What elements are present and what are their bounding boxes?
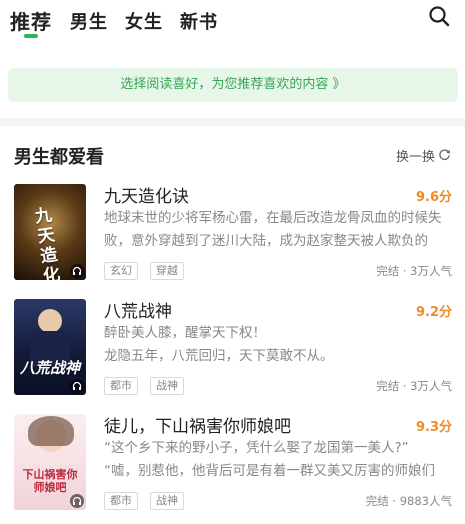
active-tab-indicator	[24, 34, 38, 38]
book-score: 9.6分	[415, 190, 452, 205]
book-score: 9.3分	[415, 420, 452, 435]
book-description: 地球末世的少将军杨心雷，在最后改造龙骨凤血的时候失败，意外穿越到了迷川大陆，成为…	[104, 210, 442, 249]
book-tag[interactable]: 都市	[104, 492, 138, 510]
book-tag[interactable]: 都市	[104, 377, 138, 395]
tab-male[interactable]: 男生	[70, 8, 108, 34]
cover-hair	[28, 416, 74, 446]
headphones-icon	[72, 381, 82, 390]
headphones-icon	[72, 496, 82, 505]
book-cover[interactable]: 九天造化诀	[14, 184, 86, 280]
audio-badge	[70, 264, 84, 278]
cover-title: 九天造化诀	[33, 205, 62, 280]
book-item[interactable]: 下山祸害你师娘吧 徒儿，下山祸害你师娘吧 9.3分 “这个乡下来的野小子，凭什么…	[0, 414, 465, 516]
book-tag[interactable]: 战神	[150, 492, 184, 510]
refresh-icon[interactable]	[438, 148, 451, 161]
section-divider	[0, 118, 465, 126]
book-status: 完结 · 9883人气	[365, 494, 452, 508]
book-status: 完结 · 3万人气	[376, 264, 452, 278]
cover-title: 八荒战神	[19, 359, 80, 377]
tab-female[interactable]: 女生	[125, 8, 163, 34]
book-tag[interactable]: 战神	[150, 377, 184, 395]
book-cover[interactable]: 下山祸害你师娘吧	[14, 414, 86, 510]
book-title[interactable]: 徒儿，下山祸害你师娘吧	[104, 412, 291, 437]
search-icon[interactable]	[428, 5, 450, 27]
section-title: 男生都爱看	[14, 147, 104, 168]
book-description: “这个乡下来的野小子，凭什么娶了龙国第一美人?” “嘘，别惹他，他背后可是有着一…	[104, 440, 435, 479]
book-cover[interactable]: 八荒战神	[14, 299, 86, 395]
refresh-button[interactable]: 换一换	[396, 146, 435, 165]
tab-recommend[interactable]: 推荐	[10, 6, 52, 35]
book-title[interactable]: 九天造化诀	[104, 182, 189, 207]
banner-text: 选择阅读喜好，为您推荐喜欢的内容 》	[120, 77, 346, 92]
book-status: 完结 · 3万人气	[376, 379, 452, 393]
book-description: 醉卧美人膝，醒掌天下权！ 龙隐五年，八荒回归，天下莫敢不从。	[104, 325, 334, 364]
preference-banner[interactable]: 选择阅读喜好，为您推荐喜欢的内容 》	[8, 68, 458, 102]
tab-new-books[interactable]: 新书	[180, 8, 218, 34]
book-score: 9.2分	[415, 305, 452, 320]
audio-badge	[70, 379, 84, 393]
top-tab-bar: 推荐 男生 女生 新书	[0, 0, 465, 46]
book-item[interactable]: 九天造化诀 九天造化诀 9.6分 地球末世的少将军杨心雷，在最后改造龙骨凤血的时…	[0, 184, 465, 286]
book-title[interactable]: 八荒战神	[104, 297, 172, 322]
book-tag[interactable]: 穿越	[150, 262, 184, 280]
cover-title: 下山祸害你师娘吧	[22, 468, 78, 494]
audio-badge	[70, 494, 84, 508]
book-item[interactable]: 八荒战神 八荒战神 9.2分 醉卧美人膝，醒掌天下权！ 龙隐五年，八荒回归，天下…	[0, 299, 465, 401]
cover-figure	[38, 309, 62, 333]
book-tag[interactable]: 玄幻	[104, 262, 138, 280]
headphones-icon	[72, 266, 82, 275]
